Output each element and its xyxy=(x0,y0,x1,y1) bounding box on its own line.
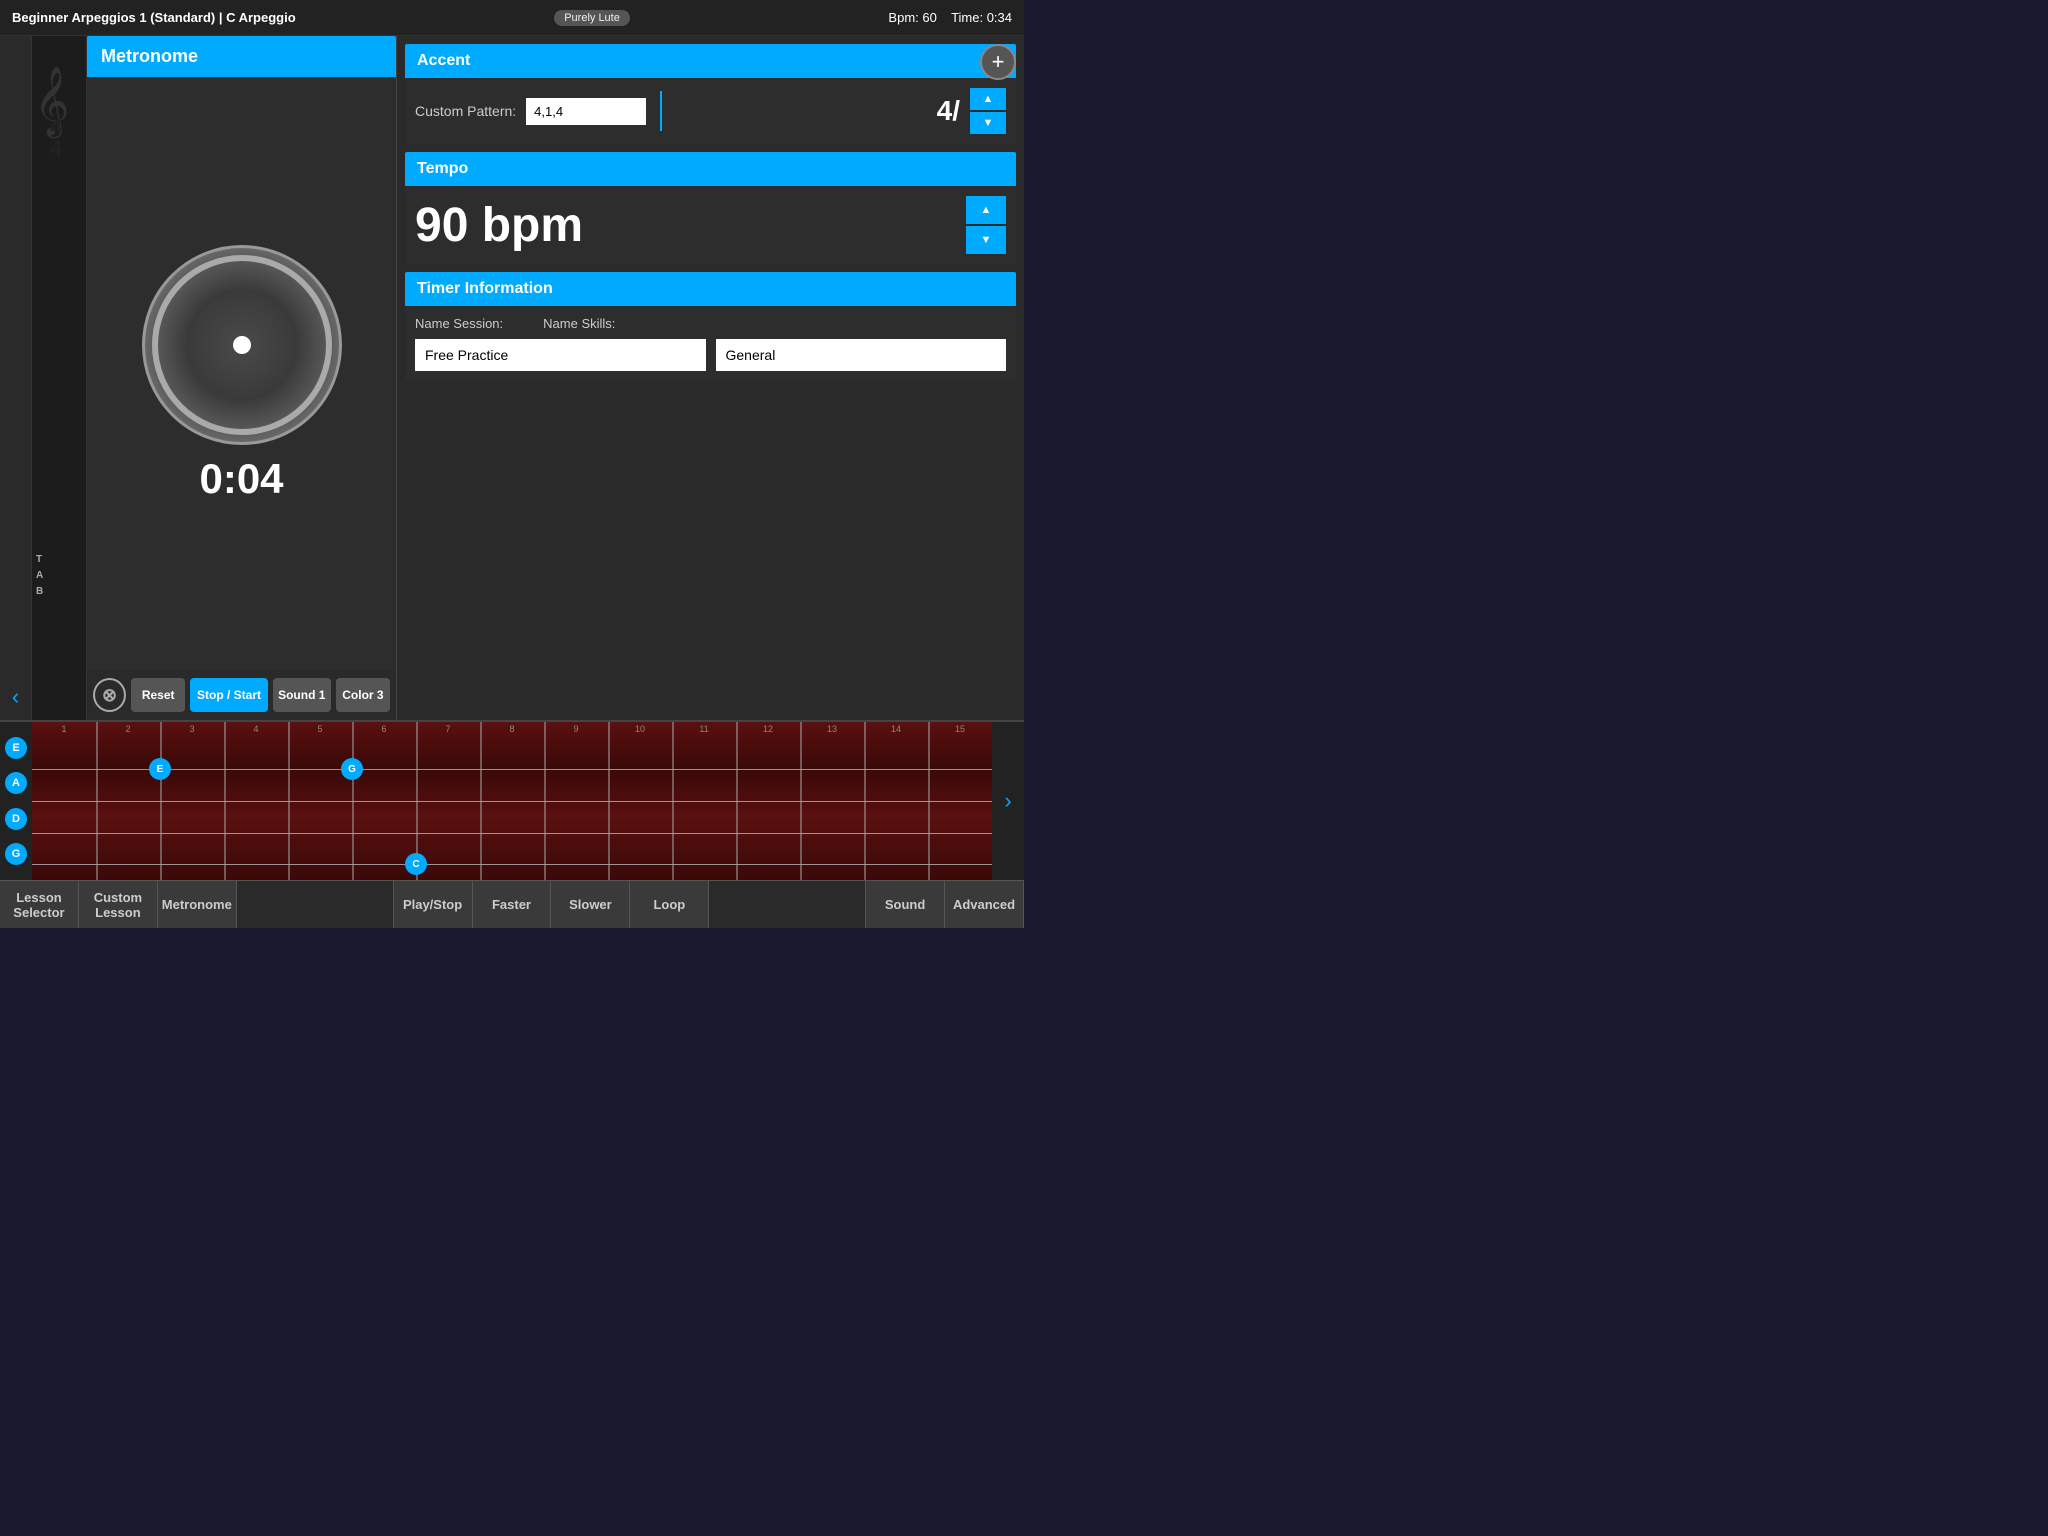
note-c: C xyxy=(405,853,427,875)
fret-num: 12 xyxy=(736,724,800,734)
fret-num: 4 xyxy=(224,724,288,734)
accent-up-button[interactable]: ▲ xyxy=(970,88,1006,110)
string-a: A xyxy=(5,772,27,794)
accent-arrows: ▲ ▼ xyxy=(970,88,1006,134)
metronome-ring xyxy=(152,255,332,435)
play-stop-button[interactable]: Play/Stop xyxy=(394,881,473,928)
note-g: G xyxy=(341,758,363,780)
fret-num: 14 xyxy=(864,724,928,734)
bpm-display: Bpm: 60 xyxy=(888,10,936,25)
tempo-down-button[interactable]: ▼ xyxy=(966,226,1006,254)
timer-section: Timer Information Name Session: Name Ski… xyxy=(405,272,1016,381)
fret-num: 9 xyxy=(544,724,608,734)
fret-num: 11 xyxy=(672,724,736,734)
divider xyxy=(660,91,662,131)
accent-row: Custom Pattern: 4/ ▲ ▼ xyxy=(415,88,1006,134)
reset-button[interactable]: Reset xyxy=(131,678,185,712)
top-bar: Beginner Arpeggios 1 (Standard) | C Arpe… xyxy=(0,0,1024,36)
timer-labels-row: Name Session: Name Skills: xyxy=(415,316,1006,331)
loop-button[interactable]: Loop xyxy=(630,881,709,928)
timer-header: Timer Information xyxy=(405,272,1016,306)
app-logo: Purely Lute xyxy=(554,10,630,26)
left-sidebar: ‹ xyxy=(0,36,32,720)
accent-down-button[interactable]: ▼ xyxy=(970,112,1006,134)
fret-num: 2 xyxy=(96,724,160,734)
metronome-body: 0:04 xyxy=(87,77,396,670)
metronome-panel: Metronome 0:04 ⊗ Reset Stop / Start Soun… xyxy=(87,36,397,720)
fret-num: 13 xyxy=(800,724,864,734)
tempo-body: 90 bpm ▲ ▼ xyxy=(405,186,1016,264)
custom-pattern-label: Custom Pattern: xyxy=(415,103,516,119)
fret-num: 15 xyxy=(928,724,992,734)
tempo-up-button[interactable]: ▲ xyxy=(966,196,1006,224)
metronome-button[interactable]: Metronome xyxy=(158,881,237,928)
string-d: D xyxy=(5,808,27,830)
pattern-input[interactable] xyxy=(526,98,646,125)
accent-header: Accent xyxy=(405,44,1016,78)
timer-inputs-row xyxy=(415,339,1006,371)
session-input[interactable] xyxy=(415,339,706,371)
fret-num: 6 xyxy=(352,724,416,734)
right-panel: + Accent Custom Pattern: 4/ ▲ ▼ Tempo xyxy=(397,36,1024,720)
slower-button[interactable]: Slower xyxy=(551,881,630,928)
timer-body: Name Session: Name Skills: xyxy=(405,306,1016,381)
metronome-timer: 0:04 xyxy=(199,455,283,503)
fret-num: 10 xyxy=(608,724,672,734)
metronome-dot xyxy=(233,336,251,354)
page-title: Beginner Arpeggios 1 (Standard) | C Arpe… xyxy=(12,10,296,25)
fret-num: 1 xyxy=(32,724,96,734)
name-skills-label: Name Skills: xyxy=(543,316,615,331)
fret-num: 7 xyxy=(416,724,480,734)
sound-button[interactable]: Sound 1 xyxy=(273,678,331,712)
color-button[interactable]: Color 3 xyxy=(336,678,390,712)
string-labels: E A D G xyxy=(0,722,32,880)
cancel-button[interactable]: ⊗ xyxy=(93,678,126,712)
stop-start-button[interactable]: Stop / Start xyxy=(190,678,267,712)
stats-display: Bpm: 60 Time: 0:34 xyxy=(888,10,1012,25)
pattern-display: 4/ xyxy=(937,95,960,127)
tempo-header: Tempo xyxy=(405,152,1016,186)
main-area: ‹ 𝄞 44 TAB Metronome 0:04 ⊗ Reset Stop /… xyxy=(0,36,1024,720)
add-button[interactable]: + xyxy=(980,44,1016,80)
time-signature: 44 xyxy=(50,116,62,160)
spacer2 xyxy=(709,881,866,928)
metronome-dial xyxy=(142,245,342,445)
tempo-section: Tempo 90 bpm ▲ ▼ xyxy=(405,152,1016,264)
fret-num: 3 xyxy=(160,724,224,734)
string-g: G xyxy=(5,843,27,865)
metronome-header: Metronome xyxy=(87,36,396,77)
sheet-area: 𝄞 44 TAB xyxy=(32,36,87,720)
time-display: Time: 0:34 xyxy=(951,10,1012,25)
fretboard-area: E A D G 1 2 3 4 5 6 7 8 9 10 11 12 13 14… xyxy=(0,720,1024,880)
string-e: E xyxy=(5,737,27,759)
sound-toolbar-button[interactable]: Sound xyxy=(866,881,945,928)
prev-arrow[interactable]: ‹ xyxy=(12,684,19,710)
skills-input[interactable] xyxy=(716,339,1007,371)
custom-lesson-button[interactable]: Custom Lesson xyxy=(79,881,158,928)
fretboard: 1 2 3 4 5 6 7 8 9 10 11 12 13 14 15 xyxy=(32,722,992,880)
lesson-selector-button[interactable]: Lesson Selector xyxy=(0,881,79,928)
advanced-button[interactable]: Advanced xyxy=(945,881,1024,928)
note-e: E xyxy=(149,758,171,780)
fret-num: 5 xyxy=(288,724,352,734)
bottom-toolbar: Lesson Selector Custom Lesson Metronome … xyxy=(0,880,1024,928)
tempo-value: 90 bpm xyxy=(415,198,583,253)
spacer xyxy=(237,881,394,928)
faster-button[interactable]: Faster xyxy=(473,881,552,928)
right-scroll-arrow[interactable]: › xyxy=(992,722,1024,880)
name-session-label: Name Session: xyxy=(415,316,503,331)
tab-label: TAB xyxy=(36,552,43,600)
accent-section: Accent Custom Pattern: 4/ ▲ ▼ xyxy=(405,44,1016,144)
controls-row: ⊗ Reset Stop / Start Sound 1 Color 3 xyxy=(87,670,396,720)
tempo-arrows: ▲ ▼ xyxy=(966,196,1006,254)
fret-num: 8 xyxy=(480,724,544,734)
accent-body: Custom Pattern: 4/ ▲ ▼ xyxy=(405,78,1016,144)
